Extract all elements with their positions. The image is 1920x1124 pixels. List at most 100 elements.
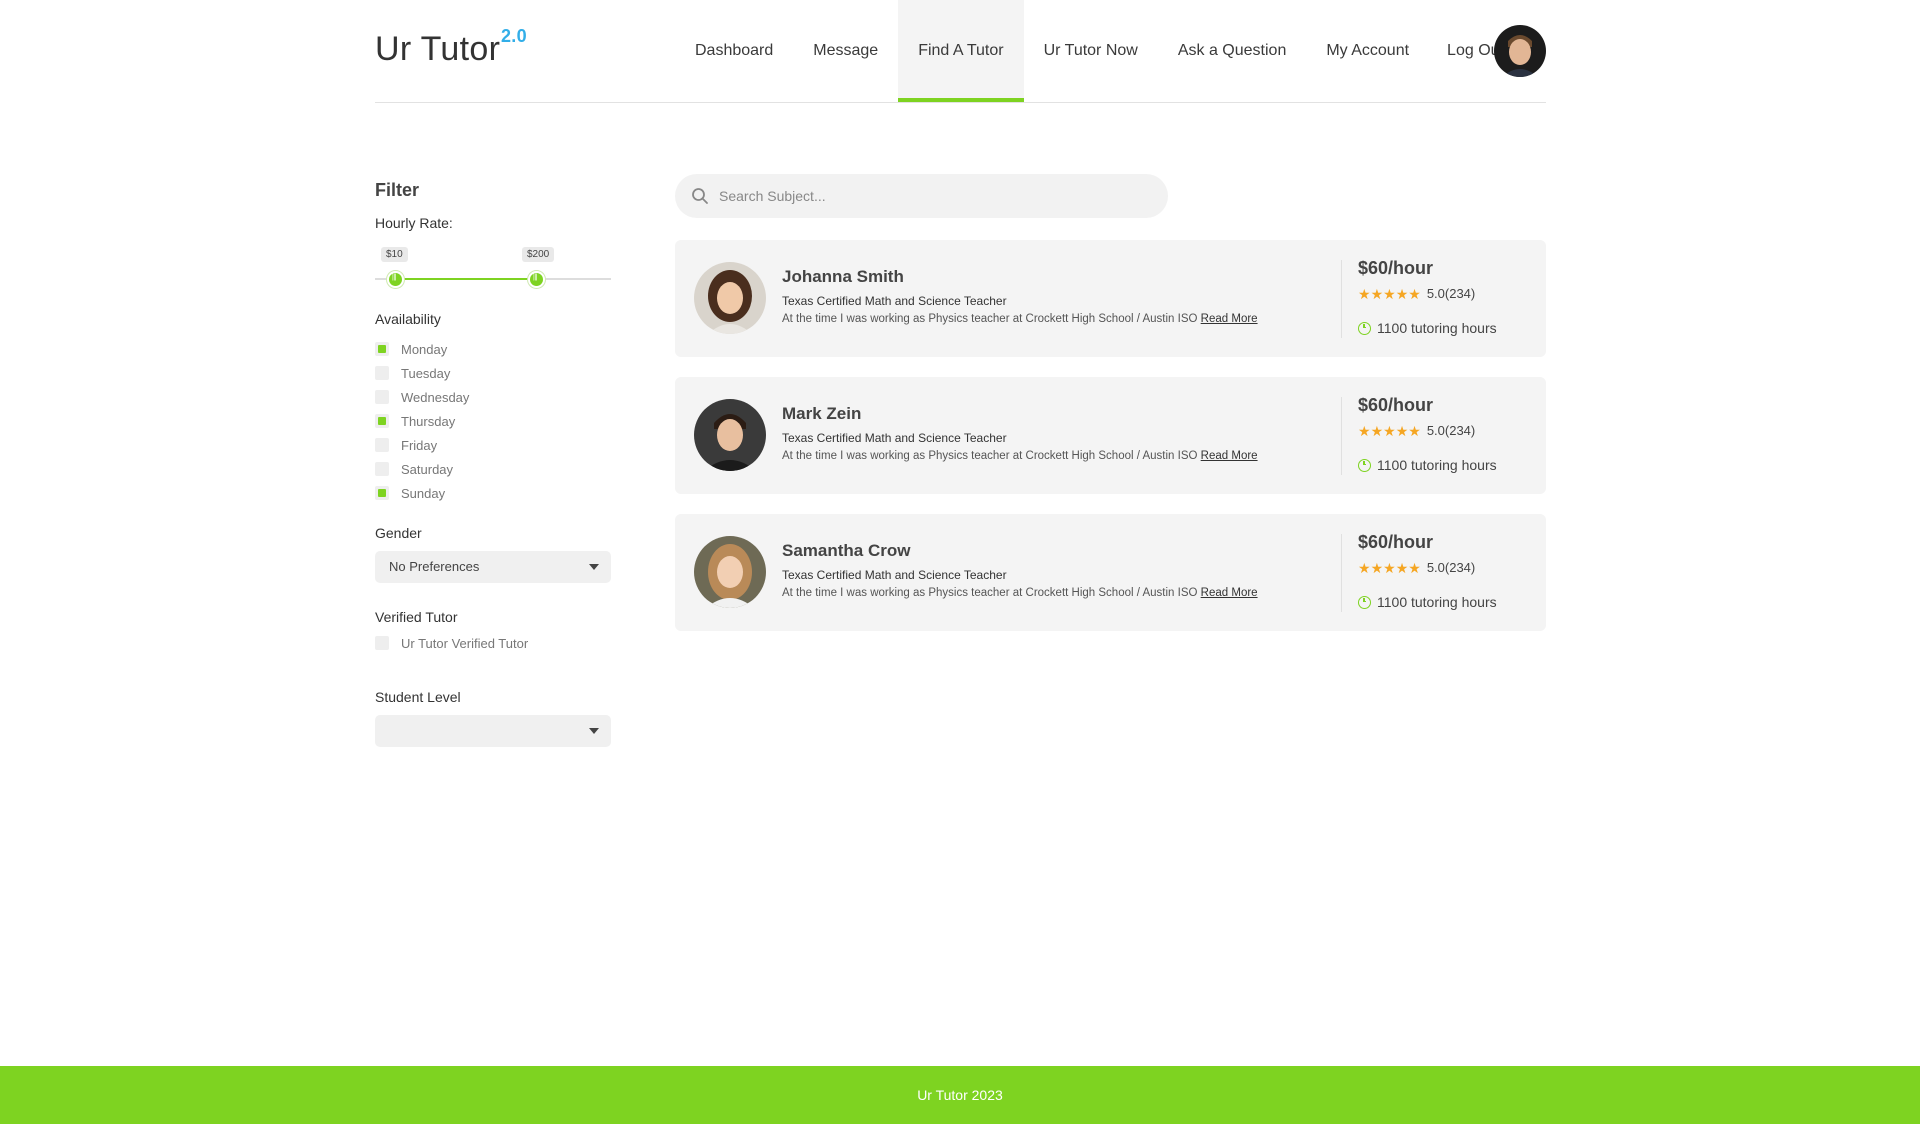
tutor-photo[interactable] bbox=[694, 399, 766, 471]
slider-max-handle[interactable] bbox=[528, 271, 545, 288]
tutor-price: $60/hour bbox=[1358, 532, 1434, 552]
star-icon: ★ bbox=[1383, 422, 1396, 439]
tutor-subtitle: Texas Certified Math and Science Teacher bbox=[782, 431, 1007, 445]
checkbox-label: Thursday bbox=[401, 413, 456, 429]
tutor-subtitle: Texas Certified Math and Science Teacher bbox=[782, 568, 1007, 582]
star-icon: ★ bbox=[1395, 285, 1409, 302]
user-avatar[interactable] bbox=[1494, 25, 1546, 77]
hourly-rate-label: Hourly Rate: bbox=[375, 215, 453, 231]
tutor-name[interactable]: Johanna Smith bbox=[782, 267, 904, 287]
filter-title: Filter bbox=[375, 180, 420, 200]
slider-range bbox=[396, 278, 538, 280]
availability-tuesday[interactable]: Tuesday bbox=[375, 361, 611, 385]
star-icon: ★ bbox=[1408, 422, 1421, 439]
tutor-hours-text: 1100 tutoring hours bbox=[1377, 320, 1497, 336]
tutor-rating: ★ ★ ★ ★ ★ 5.0(234) bbox=[1358, 560, 1475, 575]
card-divider bbox=[1341, 534, 1342, 612]
filter-sidebar: Filter Hourly Rate: $10 $200 Availabilit… bbox=[375, 180, 611, 747]
tutor-price: $60/hour bbox=[1358, 258, 1434, 278]
star-icon: ★ bbox=[1395, 559, 1409, 576]
star-icon: ★ bbox=[1383, 285, 1396, 302]
availability-wednesday[interactable]: Wednesday bbox=[375, 385, 611, 409]
nav-ask-a-question[interactable]: Ask a Question bbox=[1158, 0, 1307, 102]
checkbox[interactable] bbox=[375, 414, 389, 428]
rating-stars: ★ ★ ★ ★ ★ bbox=[1358, 287, 1421, 301]
tutor-description-text: At the time I was working as Physics tea… bbox=[782, 587, 1198, 599]
checkbox[interactable] bbox=[375, 486, 389, 500]
nav-my-account[interactable]: My Account bbox=[1306, 0, 1429, 102]
tutor-hours-text: 1100 tutoring hours bbox=[1377, 457, 1497, 473]
gender-label: Gender bbox=[375, 525, 422, 541]
checkbox-label: Friday bbox=[401, 437, 438, 453]
tutor-list: Johanna Smith Texas Certified Math and S… bbox=[675, 240, 1546, 651]
checkbox[interactable] bbox=[375, 462, 389, 476]
tutor-subtitle: Texas Certified Math and Science Teacher bbox=[782, 294, 1007, 308]
gender-select-value: No Preferences bbox=[389, 559, 480, 574]
nav-find-a-tutor[interactable]: Find A Tutor bbox=[898, 0, 1024, 102]
availability-thursday[interactable]: Thursday bbox=[375, 409, 611, 433]
rating-value: 5.0(234) bbox=[1426, 560, 1476, 575]
card-divider bbox=[1341, 397, 1342, 475]
tutor-card[interactable]: Mark Zein Texas Certified Math and Scien… bbox=[675, 377, 1546, 494]
slider-min-tag: $10 bbox=[381, 247, 408, 262]
hourly-rate-slider[interactable]: $10 $200 bbox=[375, 239, 611, 299]
availability-friday[interactable]: Friday bbox=[375, 433, 611, 457]
rating-stars: ★ ★ ★ ★ ★ bbox=[1358, 561, 1421, 575]
tutor-card[interactable]: Samantha Crow Texas Certified Math and S… bbox=[675, 514, 1546, 631]
nav-dashboard[interactable]: Dashboard bbox=[675, 0, 793, 102]
gender-select[interactable]: No Preferences bbox=[375, 551, 611, 583]
star-icon: ★ bbox=[1383, 559, 1396, 576]
tutor-name[interactable]: Samantha Crow bbox=[782, 541, 910, 561]
tutor-photo[interactable] bbox=[694, 262, 766, 334]
availability-label: Availability bbox=[375, 311, 441, 327]
tutor-description: At the time I was working as Physics tea… bbox=[782, 313, 1258, 325]
star-icon: ★ bbox=[1370, 559, 1384, 576]
checkbox[interactable] bbox=[375, 438, 389, 452]
tutor-card[interactable]: Johanna Smith Texas Certified Math and S… bbox=[675, 240, 1546, 357]
top-header: Ur Tutor 2.0 Dashboard Message Find A Tut… bbox=[375, 0, 1546, 103]
checkbox[interactable] bbox=[375, 366, 389, 380]
slider-min-handle[interactable] bbox=[387, 271, 404, 288]
card-divider bbox=[1341, 260, 1342, 338]
student-level-label: Student Level bbox=[375, 689, 461, 705]
rating-stars: ★ ★ ★ ★ ★ bbox=[1358, 424, 1421, 438]
checkbox-label: Wednesday bbox=[401, 389, 470, 405]
availability-saturday[interactable]: Saturday bbox=[375, 457, 611, 481]
clock-icon bbox=[1358, 458, 1371, 472]
chevron-down-icon bbox=[589, 728, 599, 734]
star-icon: ★ bbox=[1370, 285, 1384, 302]
student-level-select[interactable] bbox=[375, 715, 611, 747]
tutor-price: $60/hour bbox=[1358, 395, 1434, 415]
checkbox-label: Tuesday bbox=[401, 365, 451, 381]
nav-ur-tutor-now[interactable]: Ur Tutor Now bbox=[1024, 0, 1158, 102]
rating-value: 5.0(234) bbox=[1426, 286, 1476, 301]
tutor-description: At the time I was working as Physics tea… bbox=[782, 587, 1258, 599]
tutor-name[interactable]: Mark Zein bbox=[782, 404, 861, 424]
slider-max-tag: $200 bbox=[522, 247, 555, 262]
star-icon: ★ bbox=[1395, 422, 1409, 439]
logo-version: 2.0 bbox=[501, 26, 527, 46]
star-icon: ★ bbox=[1358, 422, 1371, 439]
read-more-link[interactable]: Read More bbox=[1201, 450, 1258, 462]
tutor-photo[interactable] bbox=[694, 536, 766, 608]
logo[interactable]: Ur Tutor 2.0 bbox=[375, 26, 527, 69]
nav-message[interactable]: Message bbox=[793, 0, 898, 102]
star-icon: ★ bbox=[1408, 285, 1421, 302]
tutor-rating: ★ ★ ★ ★ ★ 5.0(234) bbox=[1358, 423, 1475, 438]
availability-sunday[interactable]: Sunday bbox=[375, 481, 611, 505]
tutor-description-text: At the time I was working as Physics tea… bbox=[782, 450, 1198, 462]
tutor-hours: 1100 tutoring hours bbox=[1358, 594, 1497, 610]
checkbox[interactable] bbox=[375, 390, 389, 404]
tutor-hours-text: 1100 tutoring hours bbox=[1377, 594, 1497, 610]
clock-icon bbox=[1358, 595, 1371, 609]
star-icon: ★ bbox=[1358, 559, 1371, 576]
checkbox[interactable] bbox=[375, 342, 389, 356]
checkbox[interactable] bbox=[375, 636, 389, 650]
availability-monday[interactable]: Monday bbox=[375, 337, 611, 361]
read-more-link[interactable]: Read More bbox=[1201, 313, 1258, 325]
verified-tutor-option[interactable]: Ur Tutor Verified Tutor bbox=[375, 631, 611, 655]
tutor-rating: ★ ★ ★ ★ ★ 5.0(234) bbox=[1358, 286, 1475, 301]
read-more-link[interactable]: Read More bbox=[1201, 587, 1258, 599]
search-input[interactable] bbox=[719, 174, 1149, 218]
main-nav: Dashboard Message Find A Tutor Ur Tutor … bbox=[675, 0, 1522, 102]
